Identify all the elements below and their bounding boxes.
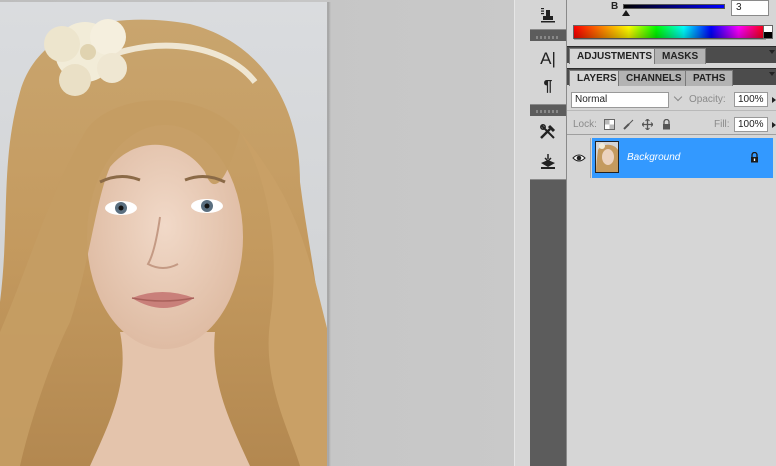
lock-all-icon[interactable] [661, 118, 672, 130]
layer-thumbnail [595, 141, 619, 173]
right-panels-dock: B 3 ADJUSTMENTS MASKS LAYERS CHANNELS PA… [566, 0, 776, 466]
opacity-input[interactable]: 100% [734, 92, 768, 107]
chevron-down-icon[interactable] [673, 92, 683, 102]
tab-adjustments[interactable]: ADJUSTMENTS [569, 48, 661, 64]
document-shadow [328, 2, 331, 466]
eye-icon [571, 154, 586, 162]
lock-icon [750, 151, 759, 166]
adjustments-tabbar: ADJUSTMENTS MASKS [567, 46, 776, 64]
fill-input[interactable]: 100% [734, 117, 768, 132]
tab-paths[interactable]: PATHS [685, 70, 734, 86]
color-panel-slider-row: B 3 [567, 0, 776, 22]
tab-masks[interactable]: MASKS [654, 48, 707, 64]
lock-image-icon[interactable] [623, 119, 634, 130]
fill-arrow-icon[interactable] [772, 122, 776, 128]
layer-body-selected[interactable]: Background [592, 138, 773, 178]
lock-transparent-icon[interactable] [604, 119, 615, 130]
blend-mode-select[interactable]: Normal [571, 92, 669, 108]
panel-grip[interactable] [536, 110, 560, 113]
tab-channels[interactable]: CHANNELS [618, 70, 690, 86]
tab-layers[interactable]: LAYERS [569, 70, 625, 86]
black-white-swatch[interactable] [763, 25, 773, 39]
channel-label: B [611, 1, 619, 12]
layer-lock-row: Lock: Fill: 100% [567, 113, 776, 135]
panel-dock-divider[interactable] [514, 0, 530, 466]
panel-menu-icon[interactable] [769, 72, 775, 76]
photoshop-window: A| ¶ B 3 ADJUSTMENTS MASKS LAYERS CHANNE… [0, 0, 776, 466]
document-image-portrait[interactable] [0, 2, 328, 466]
clone-source-icon[interactable] [536, 3, 560, 27]
lock-label: Lock: [573, 119, 597, 130]
document-canvas-area[interactable] [0, 0, 514, 466]
slider-thumb-icon[interactable] [622, 10, 630, 16]
portrait-photo [0, 19, 327, 466]
fill-label: Fill: [714, 119, 730, 130]
layers-list-empty-area[interactable] [567, 180, 776, 466]
character-icon[interactable]: A| [536, 47, 560, 71]
layer-options-row: Normal Opacity: 100% [567, 89, 776, 111]
color-spectrum-ramp[interactable] [573, 25, 767, 40]
blue-channel-slider[interactable] [623, 4, 725, 9]
layer-row-background[interactable]: Background [567, 138, 776, 178]
blend-mode-value: Normal [575, 94, 608, 105]
collapsed-panels-column: A| ¶ [530, 0, 566, 466]
icon-panel-group-3 [530, 116, 566, 180]
channel-value-input[interactable]: 3 [731, 0, 769, 16]
stamp-icon[interactable] [536, 150, 560, 174]
layer-visibility-toggle[interactable] [567, 138, 591, 178]
lock-position-icon[interactable] [641, 118, 654, 131]
layer-name: Background [627, 152, 681, 163]
panel-menu-icon[interactable] [769, 50, 775, 54]
layers-tabbar: LAYERS CHANNELS PATHS [567, 68, 776, 86]
paragraph-icon[interactable]: ¶ [536, 75, 560, 99]
icon-panel-group-1 [530, 0, 566, 30]
opacity-label: Opacity: [689, 94, 726, 105]
opacity-arrow-icon[interactable] [772, 97, 776, 103]
tool-presets-icon[interactable] [536, 120, 560, 144]
panel-grip[interactable] [536, 36, 560, 39]
icon-panel-group-2: A| ¶ [530, 41, 566, 105]
